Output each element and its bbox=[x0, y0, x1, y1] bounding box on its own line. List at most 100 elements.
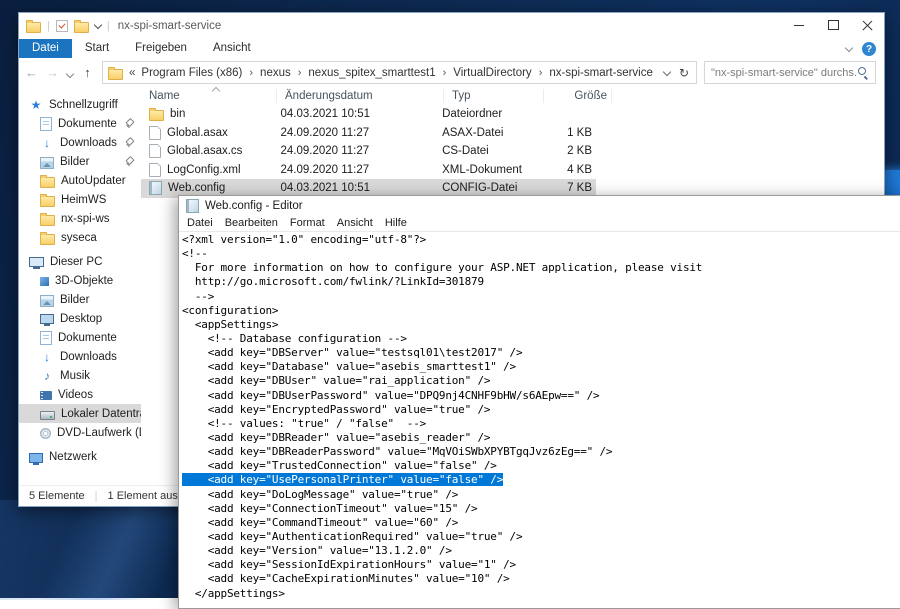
code-line[interactable]: <add key="CacheExpirationMinutes" value=… bbox=[182, 572, 900, 586]
ribbon-tab-start[interactable]: Start bbox=[72, 39, 122, 58]
code-line[interactable]: http://go.microsoft.com/fwlink/?LinkId=3… bbox=[182, 275, 900, 289]
sidebar-item-heimws[interactable]: HeimWS bbox=[19, 190, 141, 209]
pic-icon bbox=[40, 295, 54, 307]
ribbon-tab-datei[interactable]: Datei bbox=[19, 39, 72, 58]
notepad-icon bbox=[186, 199, 199, 213]
code-line[interactable]: For more information on how to configure… bbox=[182, 261, 900, 275]
doc-icon bbox=[40, 331, 52, 345]
breadcrumb-item[interactable]: nx-spi-smart-service bbox=[547, 67, 655, 79]
code-line[interactable]: <add key="TrustedConnection" value="fals… bbox=[182, 459, 900, 473]
code-line[interactable]: <add key="Database" value="asebis_smartt… bbox=[182, 360, 900, 374]
sidebar-item-bilder[interactable]: Bilder bbox=[19, 290, 141, 309]
sidebar-item-downloads[interactable]: ↓Downloads bbox=[19, 347, 141, 366]
code-line[interactable]: <add key="Version" value="13.1.2.0" /> bbox=[182, 544, 900, 558]
editor-text-area[interactable]: <?xml version="1.0" encoding="utf-8"?><!… bbox=[179, 232, 900, 608]
sidebar-item-netzwerk[interactable]: Netzwerk bbox=[19, 447, 141, 466]
drive-icon bbox=[40, 411, 55, 420]
sidebar-item-videos[interactable]: Videos bbox=[19, 385, 141, 404]
file-row-global-asax-cs[interactable]: Global.asax.cs 24.09.2020 11:27 CS-Datei… bbox=[141, 142, 596, 161]
sidebar-item-autoupdater[interactable]: AutoUpdater bbox=[19, 171, 141, 190]
network-icon bbox=[29, 453, 43, 463]
code-line[interactable]: <add key="EncryptedPassword" value="true… bbox=[182, 403, 900, 417]
code-line[interactable]: <?xml version="1.0" encoding="utf-8"?> bbox=[182, 233, 900, 247]
back-button[interactable]: ← bbox=[21, 65, 42, 80]
search-placeholder: "nx-spi-smart-service" durchs... bbox=[711, 67, 858, 79]
code-line[interactable]: <!-- bbox=[182, 247, 900, 261]
close-button[interactable] bbox=[850, 13, 884, 37]
up-button[interactable]: ↑ bbox=[77, 65, 98, 80]
sidebar-item-label: Netzwerk bbox=[49, 451, 141, 463]
maximize-button[interactable] bbox=[816, 13, 850, 37]
code-line[interactable]: <!-- Database configuration --> bbox=[182, 332, 900, 346]
menu-bearbeiten[interactable]: Bearbeiten bbox=[219, 217, 284, 229]
file-row-global-asax[interactable]: Global.asax 24.09.2020 11:27 ASAX-Datei … bbox=[141, 124, 596, 143]
ribbon-tab-ansicht[interactable]: Ansicht bbox=[200, 39, 264, 58]
sidebar-item-label: Videos bbox=[58, 389, 141, 401]
breadcrumb-item[interactable]: nexus_spitex_smarttest1 bbox=[306, 67, 437, 79]
sidebar-item-dokumente[interactable]: Dokumente bbox=[19, 328, 141, 347]
sidebar-item-nx-spi-ws[interactable]: nx-spi-ws bbox=[19, 209, 141, 228]
sidebar-item-desktop[interactable]: Desktop bbox=[19, 309, 141, 328]
code-line[interactable]: <add key="DBReader" value="asebis_reader… bbox=[182, 431, 900, 445]
quick-access-toolbar-chevron-icon[interactable] bbox=[94, 21, 102, 29]
menu-format[interactable]: Format bbox=[284, 217, 331, 229]
file-size: 7 KB bbox=[531, 182, 596, 194]
code-line[interactable]: <add key="DBUser" value="rai_application… bbox=[182, 374, 900, 388]
menu-datei[interactable]: Datei bbox=[181, 217, 219, 229]
column-header-1[interactable]: Änderungsdatum bbox=[277, 89, 444, 103]
menu-hilfe[interactable]: Hilfe bbox=[379, 217, 413, 229]
sidebar-item-3d-objekte[interactable]: 3D-Objekte bbox=[19, 271, 141, 290]
code-line[interactable]: <add key="DBUserPassword" value="DPQ9nj4… bbox=[182, 389, 900, 403]
notepad-menubar: DateiBearbeitenFormatAnsichtHilfe bbox=[179, 215, 900, 232]
pin-icon bbox=[125, 156, 135, 166]
menu-ansicht[interactable]: Ansicht bbox=[331, 217, 379, 229]
file-name: Global.asax bbox=[167, 127, 228, 139]
sidebar-item-schnellzugriff[interactable]: ★Schnellzugriff bbox=[19, 95, 141, 114]
file-row-bin[interactable]: bin 04.03.2021 10:51 Dateiordner bbox=[141, 105, 596, 124]
file-row-logconfig-xml[interactable]: LogConfig.xml 24.09.2020 11:27 XML-Dokum… bbox=[141, 161, 596, 180]
forward-button[interactable]: → bbox=[42, 65, 63, 80]
code-line[interactable]: <add key="DBReaderPassword" value="MqVOi… bbox=[182, 445, 900, 459]
breadcrumb-overflow[interactable]: « bbox=[129, 67, 135, 79]
help-icon[interactable]: ? bbox=[862, 42, 876, 56]
code-line[interactable]: <add key="CommandTimeout" value="60" /> bbox=[182, 516, 900, 530]
ribbon-tab-freigeben[interactable]: Freigeben bbox=[122, 39, 200, 58]
code-line[interactable]: <add key="SessionIdExpirationHours" valu… bbox=[182, 558, 900, 572]
column-header-3[interactable]: Größe bbox=[544, 89, 612, 103]
sidebar-item-syseca[interactable]: syseca bbox=[19, 228, 141, 247]
sidebar-item-label: Downloads bbox=[60, 351, 141, 363]
code-line[interactable]: <add key="DBServer" value="testsql01\tes… bbox=[182, 346, 900, 360]
code-line[interactable]: </appSettings> bbox=[182, 587, 900, 601]
sidebar-item-dokumente[interactable]: Dokumente bbox=[19, 114, 141, 133]
breadcrumb-item[interactable]: Program Files (x86) bbox=[139, 67, 244, 79]
minimize-button[interactable] bbox=[782, 13, 816, 37]
refresh-icon[interactable]: ↻ bbox=[679, 66, 689, 80]
code-line[interactable]: <add key="ConnectionTimeout" value="15" … bbox=[182, 502, 900, 516]
code-line[interactable]: <add key="UsePersonalPrinter" value="fal… bbox=[182, 473, 900, 487]
sidebar-item-lokaler-datentr-ger[interactable]: Lokaler Datenträger bbox=[19, 404, 141, 423]
code-line[interactable]: <add key="DoLogMessage" value="true" /> bbox=[182, 488, 900, 502]
search-input[interactable]: "nx-spi-smart-service" durchs... bbox=[704, 61, 876, 84]
file-name: Global.asax.cs bbox=[167, 145, 242, 157]
sidebar-item-dvd-laufwerk-d-s[interactable]: DVD-Laufwerk (D:) S bbox=[19, 423, 141, 442]
recent-locations-chevron-icon[interactable] bbox=[63, 64, 77, 82]
column-header-2[interactable]: Typ bbox=[444, 89, 544, 103]
sidebar-item-downloads[interactable]: ↓Downloads bbox=[19, 133, 141, 152]
ribbon-expand-chevron-icon[interactable] bbox=[845, 44, 853, 52]
properties-quick-icon[interactable] bbox=[56, 20, 68, 32]
file-type: ASAX-Datei bbox=[434, 127, 530, 139]
new-folder-quick-icon[interactable] bbox=[74, 22, 89, 33]
code-line[interactable]: --> bbox=[182, 290, 900, 304]
code-line[interactable]: <!-- values: "true" / "false" --> bbox=[182, 417, 900, 431]
column-header-0[interactable]: Name bbox=[141, 89, 277, 103]
address-dropdown-chevron-icon[interactable] bbox=[663, 67, 671, 75]
breadcrumb-item[interactable]: nexus bbox=[258, 67, 293, 79]
sidebar-item-bilder[interactable]: Bilder bbox=[19, 152, 141, 171]
code-line[interactable]: <add key="AuthenticationRequired" value=… bbox=[182, 530, 900, 544]
sidebar-item-musik[interactable]: ♪Musik bbox=[19, 366, 141, 385]
sidebar-item-dieser-pc[interactable]: Dieser PC bbox=[19, 252, 141, 271]
code-line[interactable]: <configuration> bbox=[182, 304, 900, 318]
address-field[interactable]: « Program Files (x86)›nexus›nexus_spitex… bbox=[102, 61, 697, 84]
code-line[interactable]: <appSettings> bbox=[182, 318, 900, 332]
breadcrumb-item[interactable]: VirtualDirectory bbox=[451, 67, 533, 79]
